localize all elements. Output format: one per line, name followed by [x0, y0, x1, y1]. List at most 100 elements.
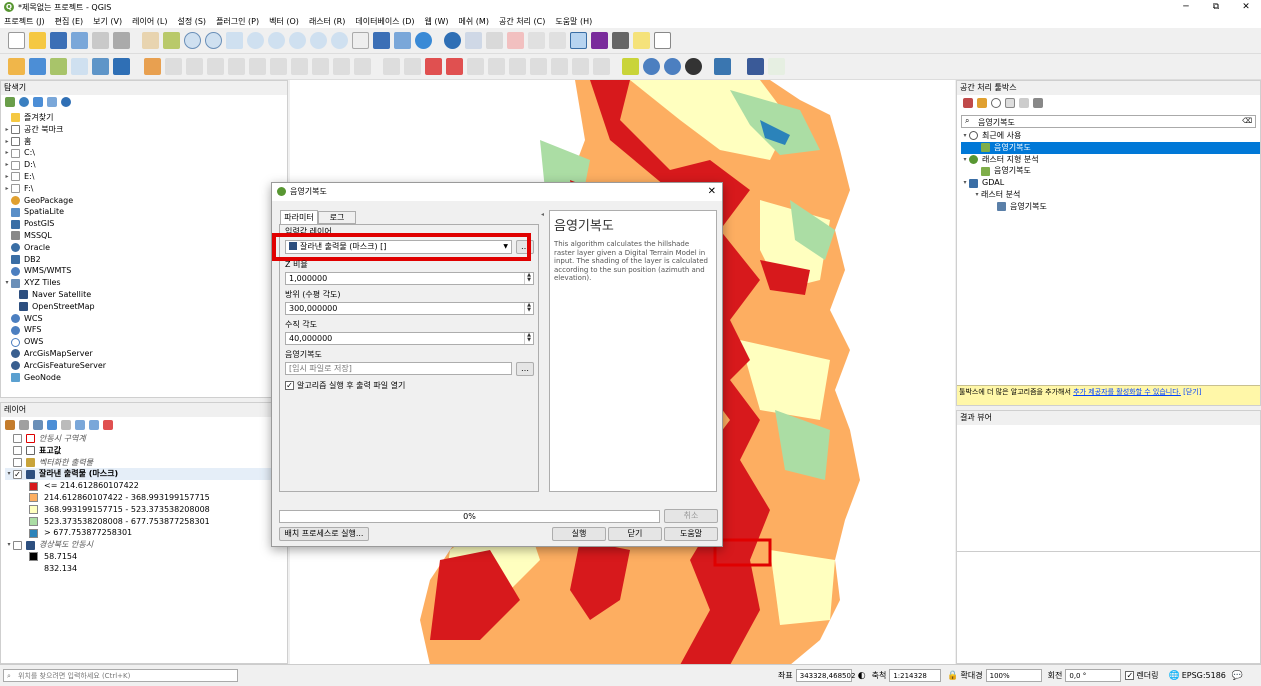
- filter-icon[interactable]: [33, 97, 43, 107]
- browser-item-osm[interactable]: OpenStreetMap: [3, 301, 287, 313]
- toolbox-search-input[interactable]: ⌕ 음영기복도 ⌫: [961, 115, 1256, 128]
- python-console-icon[interactable]: [714, 58, 731, 75]
- undo-icon[interactable]: [333, 58, 350, 75]
- paste-icon[interactable]: [312, 58, 329, 75]
- new-bookmark-icon[interactable]: [373, 32, 390, 49]
- spinbox-arrows[interactable]: ▲ ▼: [524, 333, 533, 344]
- digitize-icon[interactable]: [144, 58, 161, 75]
- dismiss-notice-link[interactable]: [닫기]: [1183, 388, 1201, 396]
- browser-item-favorites[interactable]: 즐겨찾기: [3, 112, 287, 124]
- layer-checkbox-checked[interactable]: ✓: [13, 469, 22, 479]
- field-calc-icon[interactable]: [528, 32, 545, 49]
- diagram-icon[interactable]: [530, 58, 547, 75]
- output-browse-button[interactable]: …: [516, 362, 534, 376]
- layer-item-clipped[interactable]: ▾ ✓ 잘라낸 출력물 (마스크): [5, 468, 287, 481]
- deselect-icon[interactable]: [486, 32, 503, 49]
- crs-label[interactable]: EPSG:5186: [1182, 671, 1226, 680]
- web-globe-icon[interactable]: [664, 58, 681, 75]
- label-highlight-icon[interactable]: [425, 58, 442, 75]
- crs-globe-icon[interactable]: 🌐: [1168, 671, 1179, 681]
- copy-icon[interactable]: [291, 58, 308, 75]
- layer-checkbox[interactable]: [13, 540, 22, 550]
- close-button[interactable]: 닫기: [608, 527, 662, 541]
- toolbox-group-recent[interactable]: ▾ 최근에 사용: [961, 130, 1260, 142]
- show-bookmarks-icon[interactable]: [394, 32, 411, 49]
- lock-icon[interactable]: 🔒: [947, 671, 958, 681]
- open-output-option[interactable]: ✓ 알고리즘 실행 후 출력 파일 열기: [285, 380, 405, 391]
- style-manager-icon[interactable]: [113, 32, 130, 49]
- browser-item-naver[interactable]: Naver Satellite: [3, 289, 287, 301]
- add-spatialite-icon[interactable]: [71, 58, 88, 75]
- map-tile-icon[interactable]: [768, 58, 785, 75]
- edit-features-icon[interactable]: [1019, 98, 1029, 108]
- filter-legend-icon[interactable]: [47, 420, 57, 430]
- label-toggle-icon[interactable]: [572, 58, 589, 75]
- layer-checkbox[interactable]: [13, 457, 22, 467]
- layer-checkbox[interactable]: [13, 446, 22, 456]
- zoom-full-icon[interactable]: [226, 32, 243, 49]
- browser-item-spatialite[interactable]: SpatiaLite: [3, 206, 287, 218]
- menu-vector[interactable]: 벡터 (O): [269, 16, 299, 27]
- browser-item-e-drive[interactable]: ▸ E:\: [3, 171, 287, 183]
- locator-search-input[interactable]: ⌕ 위치를 찾으려면 입력하세요 (Ctrl+K): [3, 669, 238, 682]
- label-props-icon[interactable]: [551, 58, 568, 75]
- toolbox-group-raster-terrain[interactable]: ▾ 래스터 지형 분석: [961, 154, 1260, 166]
- browser-item-bookmarks[interactable]: ▸ 공간 북마크: [3, 124, 287, 136]
- add-feature-icon[interactable]: [207, 58, 224, 75]
- browser-item-f-drive[interactable]: ▸ F:\: [3, 183, 287, 195]
- add-raster-icon[interactable]: [29, 58, 46, 75]
- layer-checkbox[interactable]: [13, 434, 22, 444]
- close-window-button[interactable]: ✕: [1231, 0, 1261, 14]
- edit-pencil-icon[interactable]: [165, 58, 182, 75]
- visibility-icon[interactable]: [33, 420, 43, 430]
- sum-icon[interactable]: [591, 32, 608, 49]
- label-pin-icon[interactable]: [404, 58, 421, 75]
- models-icon[interactable]: [963, 98, 973, 108]
- menu-edit[interactable]: 편집 (E): [55, 16, 84, 27]
- layer-item-andong-boundary[interactable]: 안동시 구역계: [5, 433, 287, 445]
- browser-item-wcs[interactable]: WCS: [3, 313, 287, 325]
- history-icon[interactable]: [991, 98, 1001, 108]
- layer-item-elevation[interactable]: 표고값: [5, 445, 287, 457]
- browser-item-oracle[interactable]: Oracle: [3, 242, 287, 254]
- zoom-selection-icon[interactable]: [247, 32, 264, 49]
- remove-layer-icon[interactable]: [103, 420, 113, 430]
- open-output-checkbox[interactable]: ✓: [285, 381, 294, 390]
- cut-icon[interactable]: [270, 58, 287, 75]
- altitude-input[interactable]: 40,000000 ▲ ▼: [285, 332, 534, 345]
- zoom-last-icon[interactable]: [310, 32, 327, 49]
- browser-item-geonode[interactable]: GeoNode: [3, 372, 287, 384]
- add-group-icon[interactable]: [19, 420, 29, 430]
- menu-view[interactable]: 보기 (V): [93, 16, 122, 27]
- add-wms-icon[interactable]: [92, 58, 109, 75]
- identify-icon[interactable]: [444, 32, 461, 49]
- spinbox-arrows[interactable]: ▲ ▼: [524, 303, 533, 314]
- browser-item-db2[interactable]: DB2: [3, 254, 287, 266]
- info-icon[interactable]: [61, 97, 71, 107]
- browser-item-arcgis-feature[interactable]: ArcGisFeatureServer: [3, 360, 287, 372]
- scripts-icon[interactable]: [977, 98, 987, 108]
- clear-search-icon[interactable]: ⌫: [1242, 117, 1252, 125]
- print-layout-icon[interactable]: [92, 32, 109, 49]
- collapse-all-layers-icon[interactable]: [89, 420, 99, 430]
- pan-to-selection-icon[interactable]: [163, 32, 180, 49]
- refresh-browser-icon[interactable]: [19, 97, 29, 107]
- help-button[interactable]: 도움말: [664, 527, 718, 541]
- coordinate-input[interactable]: 343328,468502: [795, 669, 855, 682]
- menu-database[interactable]: 데이터베이스 (D): [355, 16, 414, 27]
- menu-project[interactable]: 프로젝트 (J): [4, 16, 45, 27]
- globe-icon[interactable]: [643, 58, 660, 75]
- menu-layer[interactable]: 레이어 (L): [132, 16, 167, 27]
- menu-settings[interactable]: 설정 (S): [177, 16, 206, 27]
- zoom-next-icon[interactable]: [331, 32, 348, 49]
- zoom-layer-icon[interactable]: [268, 32, 285, 49]
- style-icon[interactable]: [5, 420, 15, 430]
- zoom-in-icon[interactable]: [184, 32, 201, 49]
- minimize-button[interactable]: ─: [1171, 0, 1201, 14]
- collapse-all-icon[interactable]: [47, 97, 57, 107]
- map-tips-icon[interactable]: [633, 32, 650, 49]
- scale-select[interactable]: 1:214328: [889, 669, 942, 682]
- cancel-button[interactable]: 취소: [664, 509, 718, 523]
- azimuth-input[interactable]: 300,000000 ▲ ▼: [285, 302, 534, 315]
- batch-process-button[interactable]: 배치 프로세스로 실행...: [279, 527, 369, 541]
